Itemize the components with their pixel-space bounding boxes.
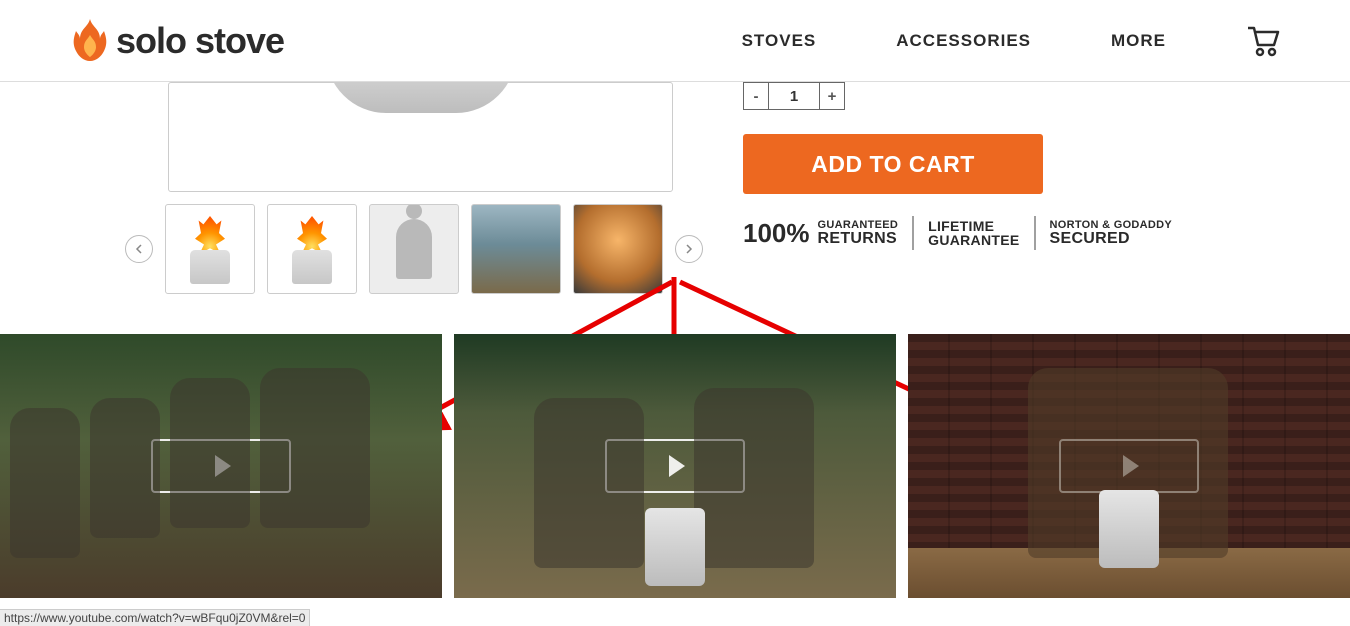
thumbnail-row [125,204,703,294]
main-product-image[interactable] [168,82,673,192]
qty-decrement-button[interactable]: - [743,82,769,110]
video-thumbnail-2[interactable] [454,334,896,598]
badge-returns: 100% GUARANTEED RETURNS [743,218,898,249]
stove-image [326,82,516,113]
trust-badges: 100% GUARANTEED RETURNS LIFETIME GUARANT… [743,216,1280,250]
brand-logo[interactable]: solo stove [70,17,284,65]
badge-secured: NORTON & GODADDY SECURED [1050,220,1173,247]
quantity-stepper: - + [743,82,1280,110]
gallery [70,82,703,294]
quantity-input[interactable] [769,82,819,110]
thumbnail-5[interactable] [573,204,663,294]
gallery-prev-button[interactable] [125,235,153,263]
status-bar-url: https://www.youtube.com/watch?v=wBFqu0jZ… [0,609,310,626]
badge-lifetime: LIFETIME GUARANTEE [928,219,1019,247]
flame-icon [70,17,110,65]
nav-more[interactable]: MORE [1111,31,1166,51]
gallery-next-button[interactable] [675,235,703,263]
site-header: solo stove STOVES ACCESSORIES MORE [0,0,1350,82]
brand-name: solo stove [116,20,284,62]
badge-100-percent: 100% [743,218,810,249]
qty-increment-button[interactable]: + [819,82,845,110]
thumbnail-1[interactable] [165,204,255,294]
top-nav: STOVES ACCESSORIES MORE [742,25,1280,57]
product-area: - + ADD TO CART 100% GUARANTEED RETURNS … [0,82,1350,334]
video-thumbnail-1[interactable] [0,334,442,598]
thumbnail-4[interactable] [471,204,561,294]
thumbnail-3[interactable] [369,204,459,294]
buy-box: - + ADD TO CART 100% GUARANTEED RETURNS … [743,82,1280,294]
thumbnail-2[interactable] [267,204,357,294]
divider [1034,216,1036,250]
video-row [0,334,1350,598]
video-thumbnail-3[interactable] [908,334,1350,598]
divider [912,216,914,250]
nav-stoves[interactable]: STOVES [742,31,817,51]
cart-icon[interactable] [1246,25,1280,57]
add-to-cart-button[interactable]: ADD TO CART [743,134,1043,194]
nav-accessories[interactable]: ACCESSORIES [896,31,1031,51]
